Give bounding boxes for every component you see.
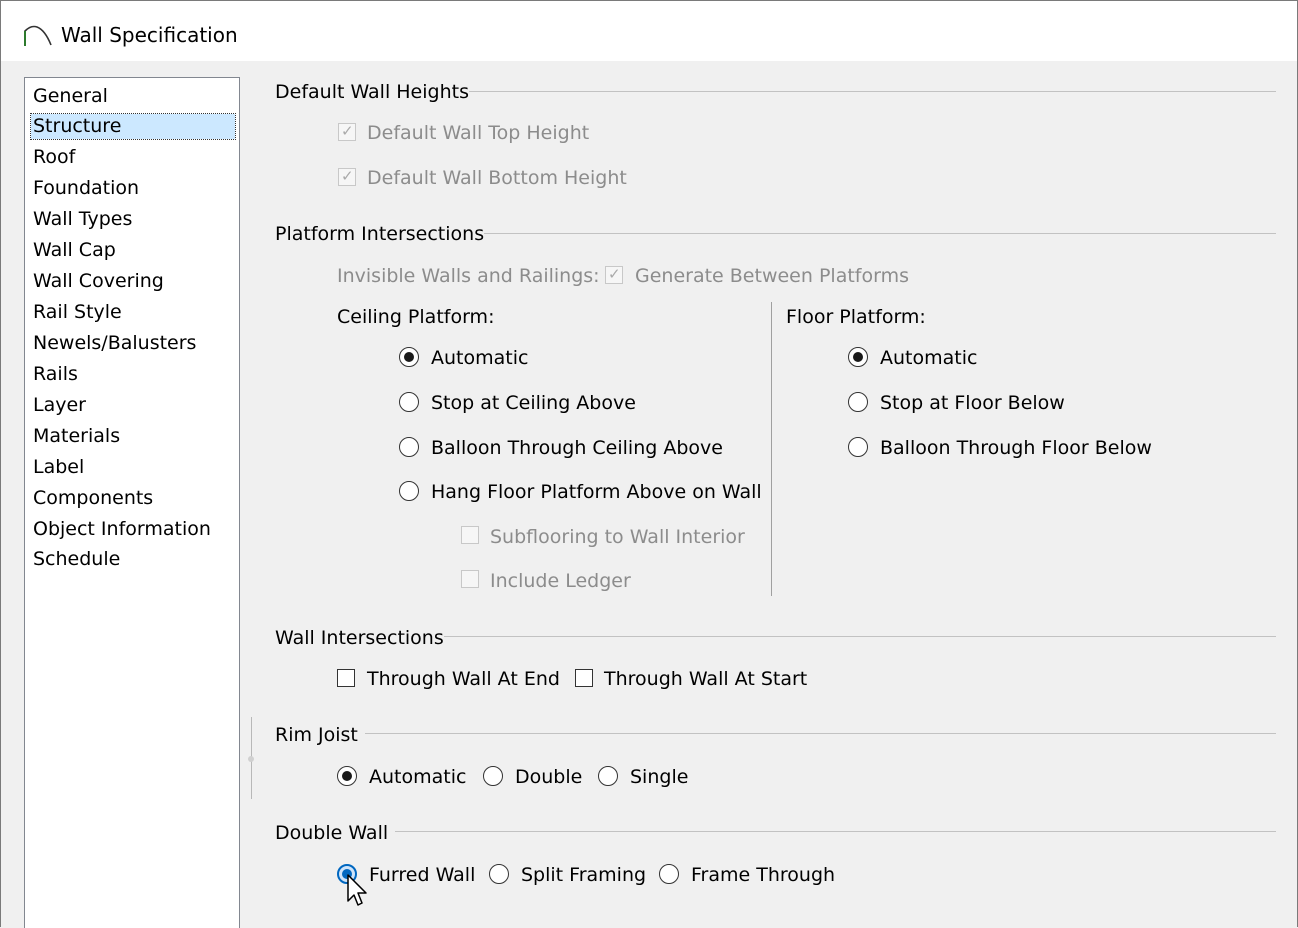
ceiling-balloon-label: Balloon Through Ceiling Above [431,437,723,459]
section-divider [469,91,1276,92]
furred-wall-label: Furred Wall [369,864,476,886]
sidebar-item-wall-cap[interactable]: Wall Cap [33,238,116,263]
sidebar-item-newels-balusters[interactable]: Newels/Balusters [33,331,196,356]
floor-stop-label: Stop at Floor Below [880,392,1065,414]
default-bottom-height-label: Default Wall Bottom Height [367,167,627,189]
include-ledger-label: Include Ledger [490,570,631,592]
sidebar-item-wall-covering[interactable]: Wall Covering [33,269,164,294]
check-icon: ✓ [608,265,621,283]
frame-through-radio[interactable] [659,864,679,884]
sidebar-item-materials[interactable]: Materials [33,424,120,449]
sidebar-item-components[interactable]: Components [33,486,153,511]
splitter-grip[interactable] [248,756,254,762]
through-wall-end-label: Through Wall At End [367,668,560,690]
default-top-height-label: Default Wall Top Height [367,122,590,144]
rim-single-label: Single [630,766,689,788]
default-wall-heights-heading: Default Wall Heights [275,81,469,103]
sidebar-item-roof[interactable]: Roof [33,145,75,170]
ceiling-stop-label: Stop at Ceiling Above [431,392,636,414]
ceiling-automatic-radio[interactable] [399,347,419,367]
sidebar-item-schedule[interactable]: Schedule [33,547,120,572]
sidebar-item-rails[interactable]: Rails [33,362,78,387]
rim-automatic-radio[interactable] [337,766,357,786]
subflooring-checkbox[interactable] [461,526,479,544]
sidebar-item-object-information[interactable]: Object Information [33,517,211,542]
rim-double-label: Double [515,766,583,788]
default-top-height-checkbox[interactable]: ✓ [338,122,356,141]
floor-automatic-radio[interactable] [848,347,868,367]
category-list[interactable]: General Structure Roof Foundation Wall T… [24,77,240,928]
default-bottom-height-checkbox[interactable]: ✓ [338,167,356,186]
invisible-walls-label: Invisible Walls and Railings: [337,265,600,287]
wall-intersections-heading: Wall Intersections [275,627,444,649]
through-wall-end-checkbox[interactable] [337,669,355,687]
section-divider [484,233,1276,234]
sidebar-item-structure[interactable]: Structure [30,113,236,140]
rim-single-radio[interactable] [598,766,618,786]
rim-double-radio[interactable] [483,766,503,786]
sidebar-item-wall-types[interactable]: Wall Types [33,207,132,232]
ceiling-platform-label: Ceiling Platform: [337,306,495,328]
split-framing-radio[interactable] [489,864,509,884]
ceiling-stop-radio[interactable] [399,392,419,412]
section-divider [395,831,1276,832]
rim-automatic-label: Automatic [369,766,467,788]
section-divider [365,733,1276,734]
ceiling-hang-label: Hang Floor Platform Above on Wall [431,481,762,503]
ceiling-hang-radio[interactable] [399,481,419,501]
title-bar: Wall Specification [1,1,1297,61]
platform-intersections-heading: Platform Intersections [275,223,485,245]
subflooring-label: Subflooring to Wall Interior [490,526,745,548]
rim-joist-heading: Rim Joist [275,724,358,746]
check-icon: ✓ [341,167,354,185]
arch-wall-icon [24,25,52,46]
floor-balloon-radio[interactable] [848,437,868,457]
through-wall-start-label: Through Wall At Start [604,668,808,690]
ceiling-automatic-label: Automatic [431,347,529,369]
sidebar-item-rail-style[interactable]: Rail Style [33,300,122,325]
floor-platform-label: Floor Platform: [786,306,926,328]
through-wall-start-checkbox[interactable] [575,669,593,687]
generate-between-label: Generate Between Platforms [635,265,909,287]
check-icon: ✓ [341,122,354,140]
floor-automatic-label: Automatic [880,347,978,369]
ceiling-balloon-radio[interactable] [399,437,419,457]
frame-through-label: Frame Through [691,864,836,886]
section-divider [444,636,1276,637]
sidebar-item-label[interactable]: Label [33,455,84,480]
double-wall-heading: Double Wall [275,822,389,844]
sidebar-item-general[interactable]: General [33,84,108,109]
platform-divider [771,302,772,596]
window-title: Wall Specification [61,23,238,47]
sidebar-item-foundation[interactable]: Foundation [33,176,139,201]
floor-stop-radio[interactable] [848,392,868,412]
floor-balloon-label: Balloon Through Floor Below [880,437,1152,459]
include-ledger-checkbox[interactable] [461,570,479,588]
split-framing-label: Split Framing [521,864,647,886]
mouse-pointer-icon [347,874,367,906]
generate-between-checkbox[interactable]: ✓ [605,265,623,284]
sidebar-item-layer[interactable]: Layer [33,393,86,418]
